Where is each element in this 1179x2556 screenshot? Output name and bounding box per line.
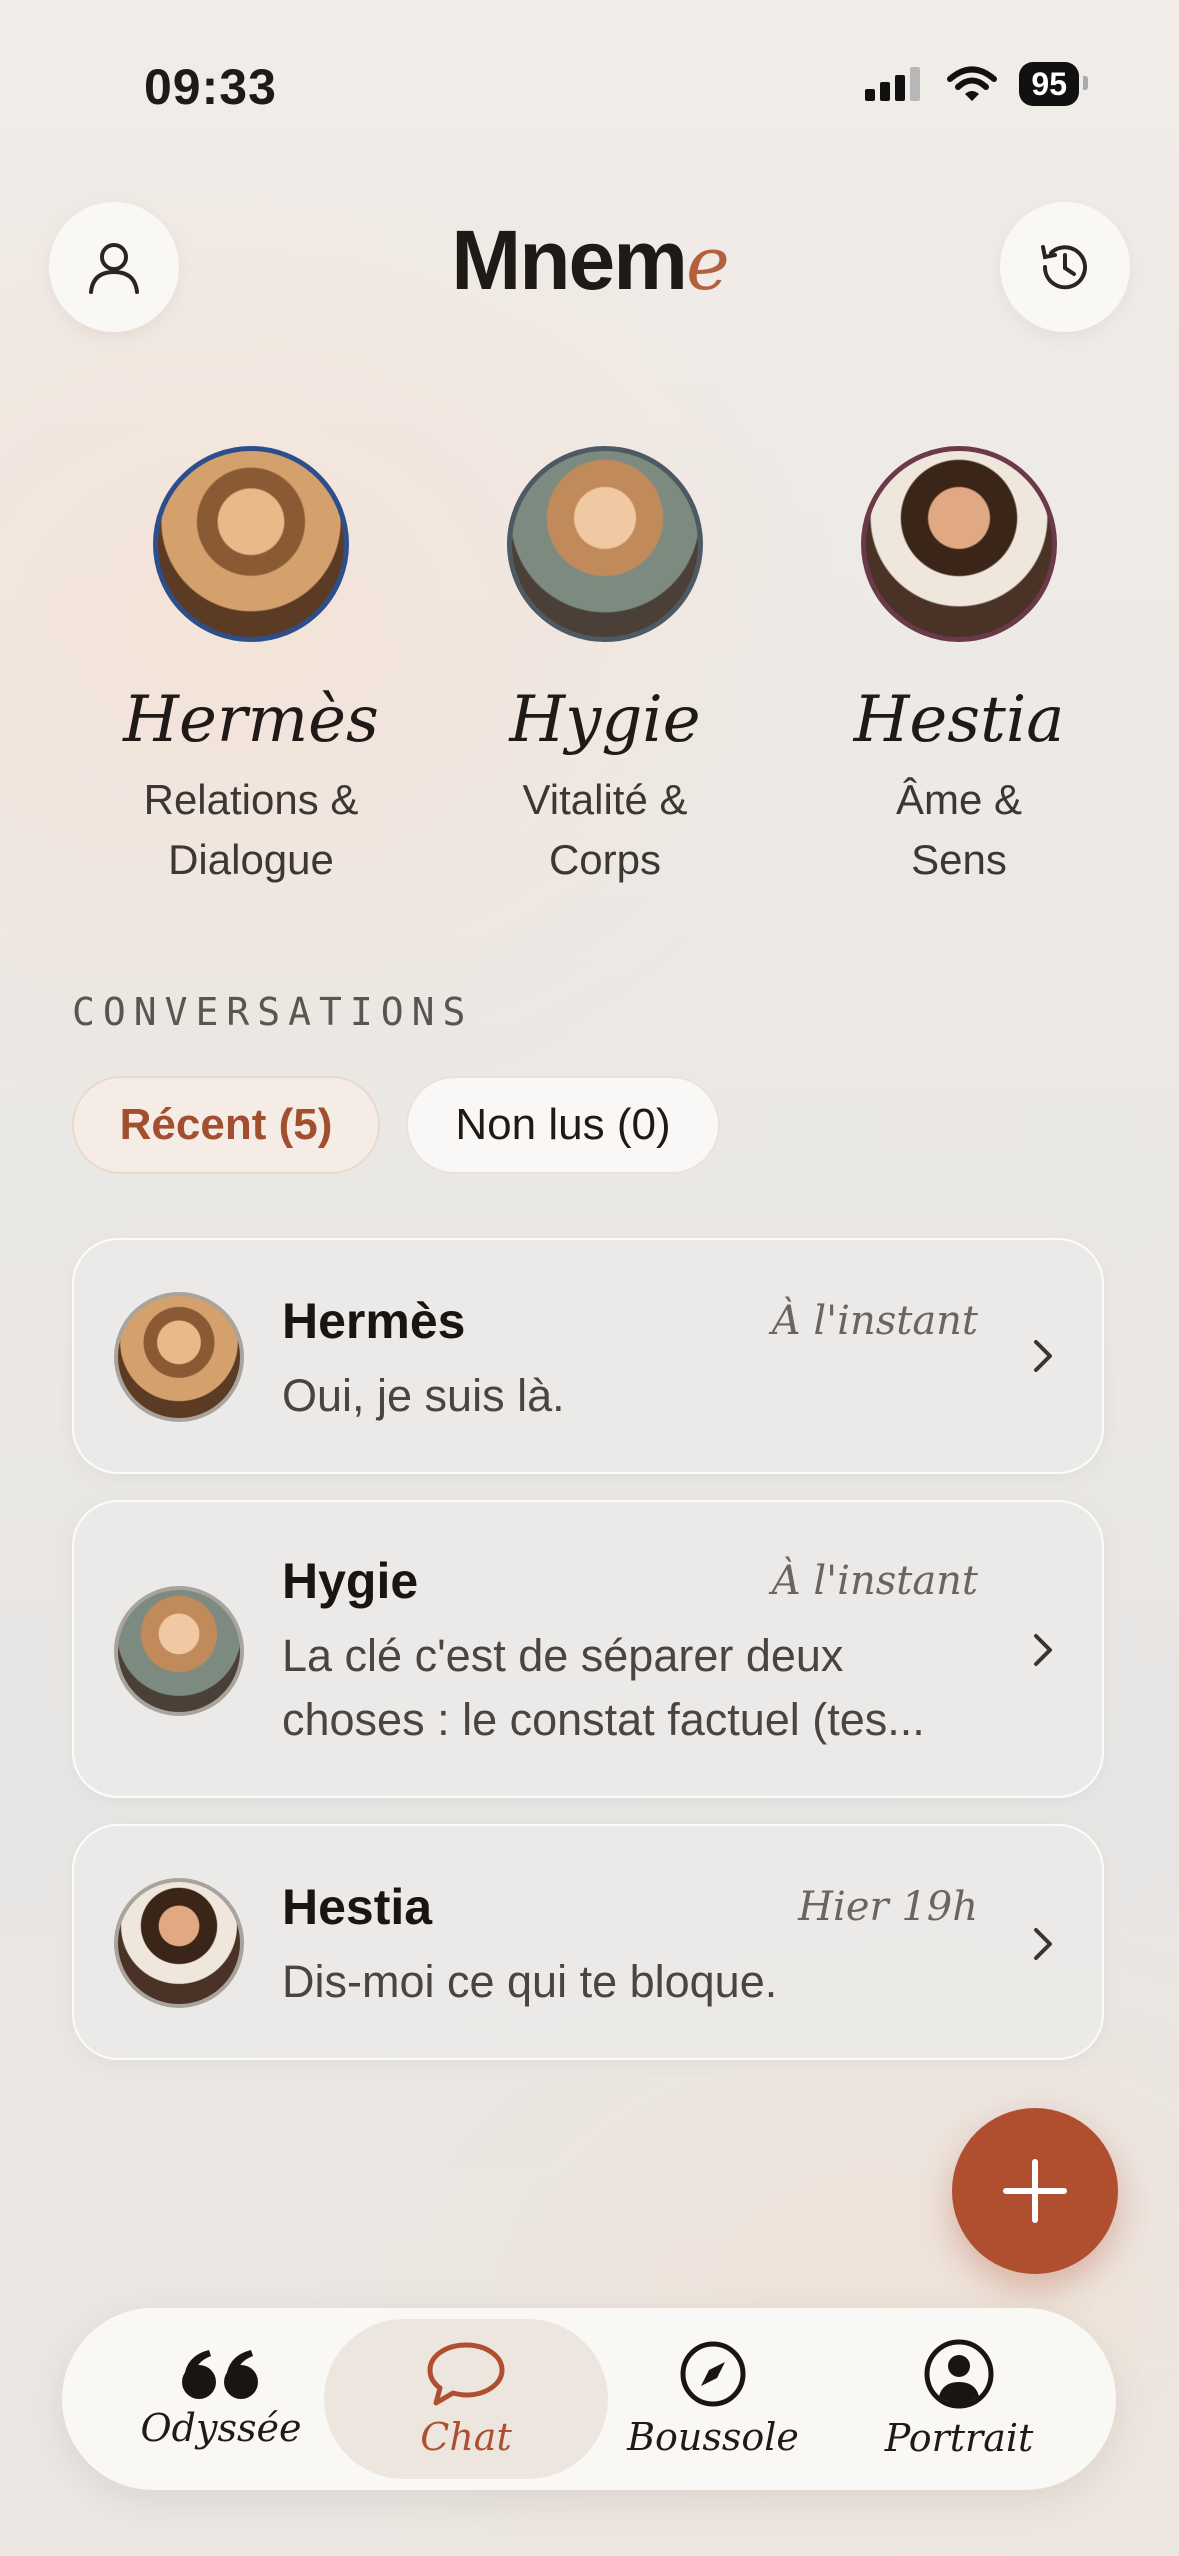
persona-desc-line: Relations & [143,776,359,823]
conversation-time: À l'instant [771,1298,978,1344]
preview-line: choses : le constat factuel (tes... [282,1694,925,1745]
conversation-time: Hier 19h [798,1884,978,1930]
preview-line: Oui, je suis là. [282,1370,565,1421]
preview-line: Dis-moi ce qui te bloque. [282,1956,778,2007]
conversation-time: À l'instant [771,1558,978,1604]
battery-indicator: 95 [1019,62,1088,106]
chevron-right-icon [1034,1928,1052,1960]
persona-hygie[interactable]: Hygie Vitalité & Corps [440,446,770,890]
new-conversation-button[interactable] [952,2108,1118,2274]
compass-icon [680,2341,746,2407]
history-icon [1041,245,1087,290]
conversation-preview: Oui, je suis là. [282,1364,972,1428]
persona-name: Hestia [853,683,1065,757]
conversation-name: Hermès [282,1293,466,1349]
app-title-main: Mnem [451,213,688,307]
avatar [507,446,703,642]
avatar [861,446,1057,642]
tab-odyssee[interactable]: Odyssée [98,2308,344,2490]
persona-description: Relations & Dialogue [86,770,416,890]
persona-desc-line: Sens [911,836,1007,883]
conversation-preview: Dis-moi ce qui te bloque. [282,1950,972,2014]
wifi-icon [947,66,998,101]
conversation-card-hermes[interactable]: Hermès À l'instant Oui, je suis là. [72,1238,1104,1474]
conversation-name: Hygie [282,1553,419,1609]
avatar [114,1878,244,2008]
status-time: 09:33 [144,59,277,115]
persona-desc-line: Dialogue [168,836,334,883]
preview-line: La clé c'est de séparer deux [282,1630,844,1681]
tab-chat[interactable]: Chat [324,2319,608,2479]
history-button[interactable] [1000,202,1130,332]
avatar [114,1586,244,1716]
chat-bubble-icon [427,2342,505,2406]
conversation-card-hygie[interactable]: Hygie À l'instant La clé c'est de sépare… [72,1500,1104,1798]
filter-unread-chip[interactable]: Non lus (0) [406,1076,720,1174]
tab-label: Odyssée [140,2406,302,2450]
tab-label: Chat [420,2415,512,2459]
quote-icon [182,2350,258,2399]
tab-label: Boussole [627,2415,799,2459]
conversation-name: Hestia [282,1879,433,1935]
tab-boussole[interactable]: Boussole [590,2308,836,2490]
filter-recent-chip[interactable]: Récent (5) [72,1076,380,1174]
persona-desc-line: Âme & [895,776,1023,823]
tab-label: Portrait [884,2416,1034,2460]
avatar [153,446,349,642]
conversation-card-hestia[interactable]: Hestia Hier 19h Dis-moi ce qui te bloque… [72,1824,1104,2060]
persona-name: Hermès [123,683,379,757]
cellular-signal-icon [865,67,921,101]
avatar [114,1292,244,1422]
conversation-preview: La clé c'est de séparer deux choses : le… [282,1624,972,1752]
persona-desc-line: Vitalité & [522,776,688,823]
app-title-accent: e [685,221,730,307]
persona-description: Vitalité & Corps [440,770,770,890]
tab-bar: Odyssée Chat Boussole Portrait [62,2308,1116,2490]
persona-description: Âme & Sens [794,770,1124,890]
persona-hestia[interactable]: Hestia Âme & Sens [794,446,1124,890]
status-icons: 95 [865,62,1088,106]
persona-name: Hygie [509,683,701,757]
chevron-right-icon [1034,1634,1052,1666]
user-circle-icon [924,2339,994,2409]
conversations-title: CONVERSATIONS [72,990,474,1034]
plus-icon [1003,2159,1067,2223]
chevron-right-icon [1034,1340,1052,1372]
tab-portrait[interactable]: Portrait [836,2308,1082,2490]
persona-hermes[interactable]: Hermès Relations & Dialogue [86,446,416,890]
persona-desc-line: Corps [548,836,662,883]
